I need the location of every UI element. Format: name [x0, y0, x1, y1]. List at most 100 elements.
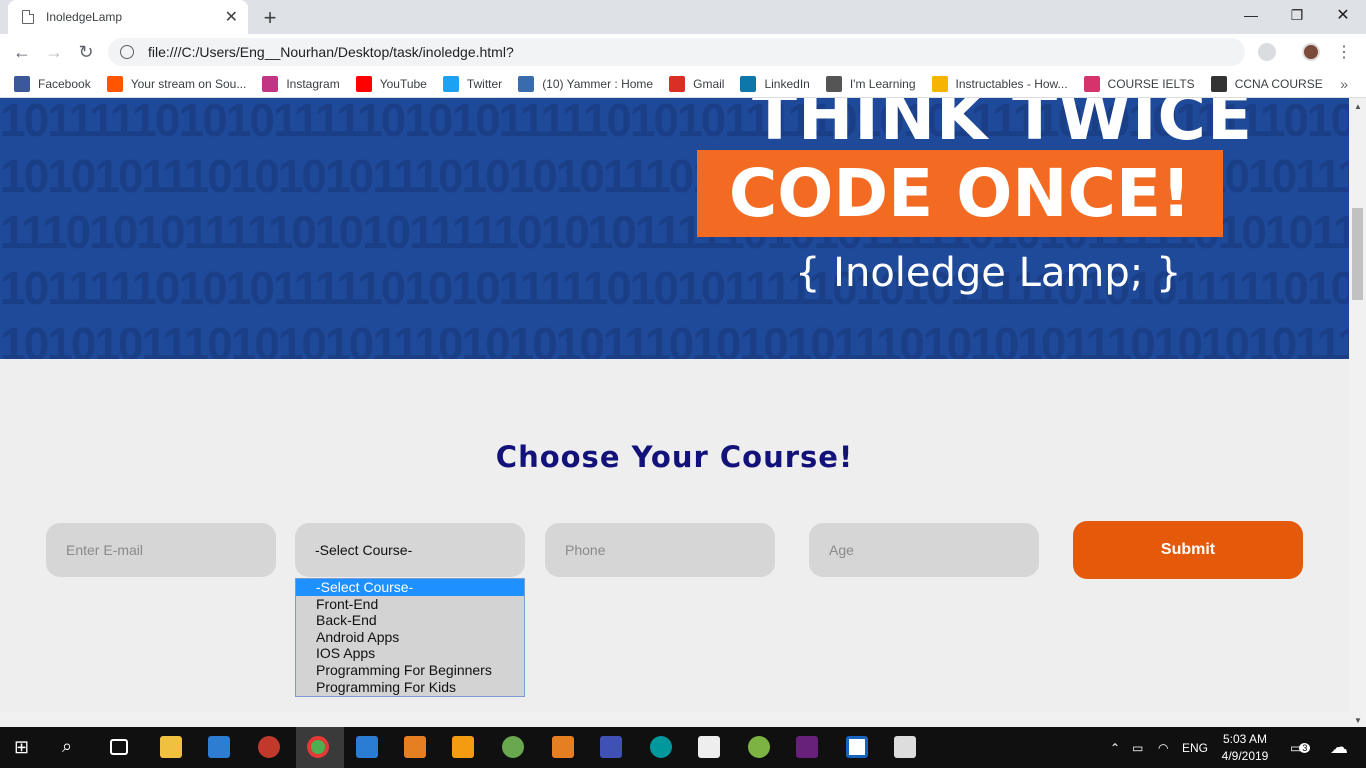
document-icon: [22, 10, 34, 24]
app-icon-g[interactable]: [552, 736, 574, 758]
bookmark-item[interactable]: YouTube: [355, 75, 427, 92]
clock[interactable]: 5:03 AM 4/9/2019: [1218, 731, 1272, 765]
close-tab-icon[interactable]: ✕: [225, 7, 238, 27]
horizontal-scrollbar[interactable]: [0, 712, 1349, 727]
tray-chevron-icon[interactable]: ⌃: [1110, 727, 1120, 768]
bookmark-label: I'm Learning: [849, 76, 916, 91]
bookmark-item[interactable]: Instructables - How...: [931, 75, 1068, 92]
extension-icon[interactable]: [1258, 43, 1276, 61]
soundcloud-icon: [106, 75, 123, 92]
android-studio-icon[interactable]: [748, 736, 770, 758]
reload-button[interactable]: ↻: [74, 40, 98, 64]
url-text: file:///C:/Users/Eng__Nourhan/Desktop/ta…: [148, 44, 514, 60]
course-select-value: -Select Course-: [315, 542, 413, 558]
phone-field[interactable]: Phone: [545, 523, 775, 577]
notification-count: 3: [1299, 742, 1311, 753]
language-indicator[interactable]: ENG: [1182, 727, 1208, 768]
arduino-icon[interactable]: [650, 736, 672, 758]
scrollbar-thumb[interactable]: [1352, 208, 1363, 300]
course-option[interactable]: Programming For Beginners: [296, 662, 524, 679]
bookmark-item[interactable]: COURSE IELTS: [1083, 75, 1195, 92]
media-player-icon[interactable]: [452, 736, 474, 758]
windows-taskbar: ⊞ ⌕ ⌃ ▭ ◠ ENG 5:03 AM 4/9/2019 ▭ 3 ☁: [0, 727, 1366, 768]
tab-strip: InoledgeLamp ✕ + — ❐ ✕: [0, 0, 1366, 34]
submit-button[interactable]: Submit: [1073, 521, 1303, 579]
bookmark-item[interactable]: CCNA COURSE: [1210, 75, 1323, 92]
bookmark-item[interactable]: I'm Learning: [825, 75, 916, 92]
app-icon-orange[interactable]: [404, 736, 426, 758]
bookmark-label: CCNA COURSE: [1234, 76, 1323, 91]
tab-title: InoledgeLamp: [46, 10, 123, 24]
instagram-icon: [262, 75, 279, 92]
menu-kebab-icon[interactable]: ⋮: [1332, 40, 1356, 64]
course-dropdown-list: -Select Course- Front-End Back-End Android …: [295, 578, 525, 697]
search-icon[interactable]: ⌕: [62, 736, 84, 758]
bookmark-label: Instagram: [286, 76, 340, 91]
banner-line-1: THINK TWICE: [752, 98, 1254, 155]
hero-banner: 1011111010101111101010111110101011111010…: [0, 98, 1349, 359]
clock-date: 4/9/2019: [1221, 749, 1269, 763]
email-placeholder: Enter E-mail: [66, 542, 144, 558]
wifi-icon[interactable]: ◠: [1158, 727, 1168, 768]
chrome-icon[interactable]: [307, 736, 329, 758]
close-window-button[interactable]: ✕: [1320, 0, 1366, 30]
course-option[interactable]: Android Apps: [296, 629, 524, 646]
learning-icon: [825, 75, 842, 92]
file-explorer-icon[interactable]: [160, 736, 182, 758]
bookmark-item[interactable]: LinkedIn: [740, 75, 810, 92]
back-button[interactable]: ←: [10, 40, 34, 64]
course-option[interactable]: Front-End: [296, 596, 524, 613]
bookmark-label: (10) Yammer : Home: [542, 76, 654, 91]
bookmark-item[interactable]: (10) Yammer : Home: [518, 75, 654, 92]
phone-placeholder: Phone: [565, 542, 606, 558]
battery-icon[interactable]: ▭: [1132, 727, 1143, 768]
browser-tab[interactable]: InoledgeLamp ✕: [8, 0, 248, 34]
linkedin-icon: [740, 75, 757, 92]
email-field[interactable]: Enter E-mail: [46, 523, 276, 577]
scroll-down-icon[interactable]: ▼: [1354, 716, 1362, 725]
bookmark-label: COURSE IELTS: [1107, 76, 1195, 91]
remote-icon[interactable]: [600, 736, 622, 758]
windows-start-icon[interactable]: ⊞: [14, 737, 34, 757]
paint-icon[interactable]: [502, 736, 524, 758]
twitter-icon: [442, 75, 459, 92]
restore-button[interactable]: ❐: [1274, 0, 1320, 30]
store-icon[interactable]: [208, 736, 230, 758]
task-view-icon[interactable]: [110, 739, 128, 755]
app-icon-frame[interactable]: [846, 736, 868, 758]
course-option[interactable]: Back-End: [296, 612, 524, 629]
bookmark-item[interactable]: Instagram: [262, 75, 340, 92]
outlook-icon[interactable]: [356, 736, 378, 758]
bookmark-label: Twitter: [466, 76, 503, 91]
course-option[interactable]: Programming For Kids: [296, 679, 524, 696]
course-select[interactable]: -Select Course-: [295, 523, 525, 577]
edx-icon: [1083, 75, 1100, 92]
mail-icon[interactable]: [698, 736, 720, 758]
bookmark-item[interactable]: Gmail: [669, 75, 724, 92]
course-option[interactable]: IOS Apps: [296, 645, 524, 662]
course-option[interactable]: -Select Course-: [296, 579, 524, 596]
vertical-scrollbar[interactable]: ▲ ▼: [1349, 98, 1366, 727]
new-tab-button[interactable]: +: [260, 5, 280, 31]
bookmark-label: Instructables - How...: [955, 76, 1068, 91]
visual-studio-icon[interactable]: [796, 736, 818, 758]
bookmark-item[interactable]: Facebook: [14, 75, 91, 92]
weather-icon[interactable]: ☁: [1330, 727, 1348, 768]
forward-button[interactable]: →: [42, 40, 66, 64]
video-editor-icon[interactable]: [894, 736, 916, 758]
minimize-button[interactable]: —: [1228, 0, 1274, 30]
banner-line-2: CODE ONCE!: [728, 155, 1192, 232]
bookmarks-bar: Facebook Your stream on Sou... Instagram Yo…: [0, 70, 1366, 98]
scroll-up-icon[interactable]: ▲: [1354, 102, 1362, 111]
bookmark-item[interactable]: Your stream on Sou...: [106, 75, 246, 92]
bookmarks-overflow-icon[interactable]: »: [1340, 76, 1348, 92]
app-icon[interactable]: [258, 736, 280, 758]
age-field[interactable]: Age: [809, 523, 1039, 577]
notification-icon[interactable]: ▭ 3: [1290, 727, 1311, 768]
facebook-icon: [14, 75, 30, 92]
address-bar[interactable]: file:///C:/Users/Eng__Nourhan/Desktop/ta…: [108, 38, 1245, 66]
bookmark-item[interactable]: Twitter: [442, 75, 503, 92]
profile-avatar[interactable]: [1302, 43, 1320, 61]
instructables-icon: [931, 75, 948, 92]
browser-toolbar: ← → ↻ file:///C:/Users/Eng__Nourhan/Desk…: [0, 34, 1366, 70]
